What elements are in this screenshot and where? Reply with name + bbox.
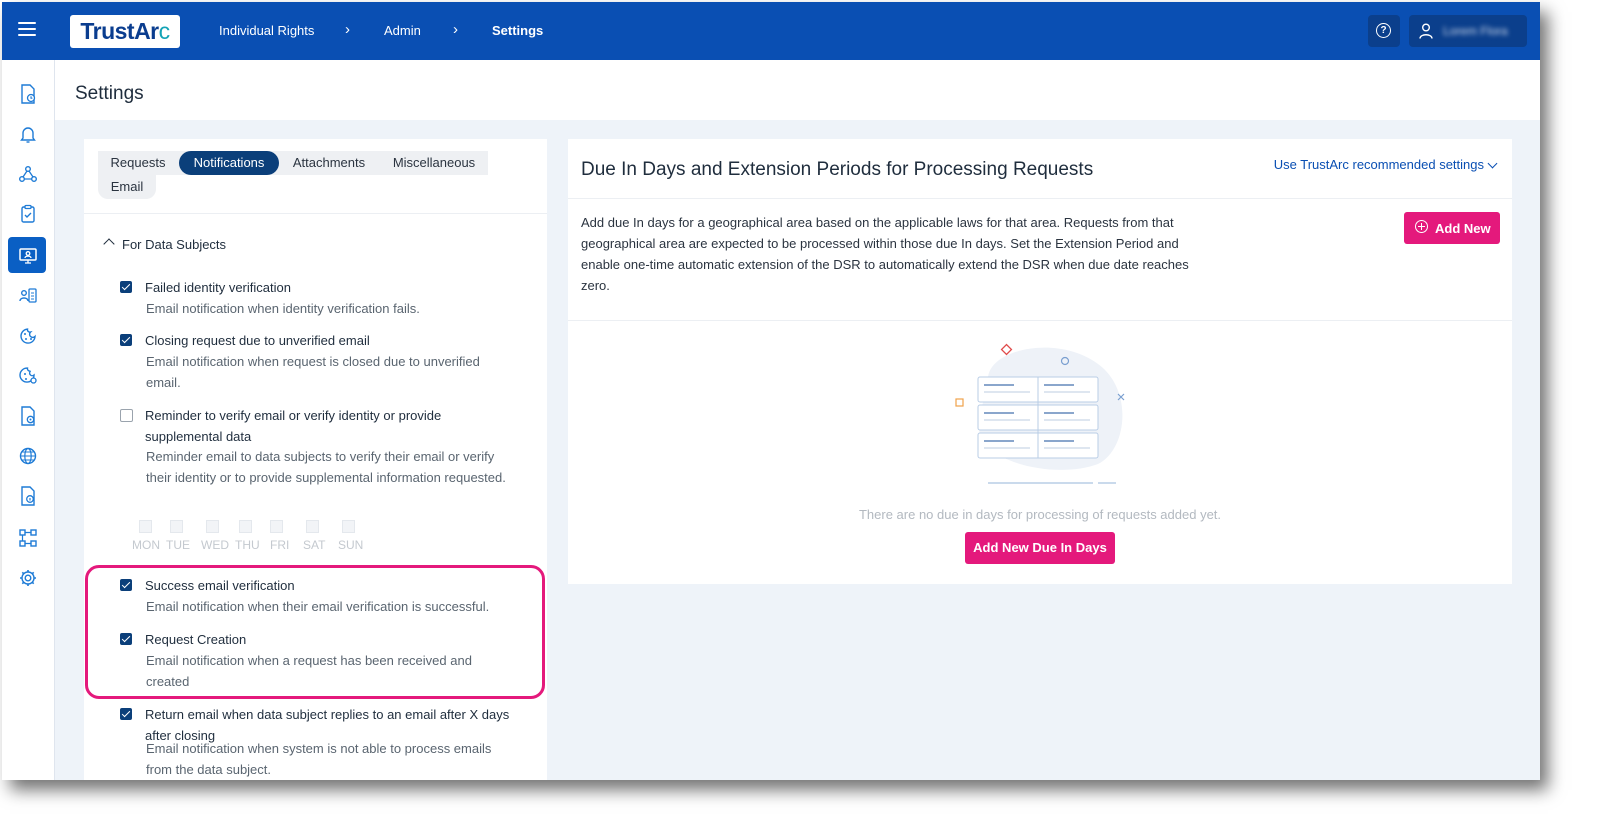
cookie-icon[interactable] (16, 324, 40, 348)
app-window: TrustArc Individual Rights › Admin › Set… (2, 2, 1540, 780)
user-icon (1419, 23, 1433, 39)
day-checkbox[interactable] (170, 520, 183, 533)
day-label: THU (235, 538, 260, 552)
add-new-label: Add New (1435, 221, 1491, 236)
top-bar: TrustArc Individual Rights › Admin › Set… (2, 2, 1540, 60)
day-label: SUN (338, 538, 364, 552)
user-name: Lorem Flora (1443, 24, 1508, 38)
plus-circle-icon (1415, 220, 1428, 233)
empty-state-illustration (955, 343, 1125, 484)
breadcrumb-settings: Settings (492, 23, 544, 38)
chevron-right-icon: › (345, 21, 350, 38)
checkbox-failed-identity[interactable] (120, 281, 132, 293)
empty-state-text: There are no due in days for processing … (858, 507, 1222, 522)
tab-requests[interactable]: Requests (98, 151, 178, 175)
help-icon: ? (1376, 23, 1391, 38)
day-label: MON (132, 538, 160, 552)
panel-title: Due In Days and Extension Periods for Pr… (581, 159, 1094, 180)
highlight-annotation (85, 565, 545, 699)
chevron-up-icon[interactable] (103, 238, 115, 250)
chevron-right-icon: › (453, 21, 458, 38)
option-title: Failed identity verification (145, 280, 291, 295)
sidebar (2, 60, 55, 780)
tab-attachments[interactable]: Attachments (281, 151, 377, 175)
clipboard-check-icon[interactable] (16, 202, 40, 226)
add-new-due-in-days-button[interactable]: Add New Due In Days (965, 532, 1115, 564)
option-desc: Reminder email to data subjects to verif… (146, 449, 506, 485)
document-clock-icon[interactable] (16, 82, 40, 106)
network-icon[interactable] (16, 162, 40, 186)
gear-icon[interactable] (16, 566, 40, 590)
section-title[interactable]: For Data Subjects (122, 237, 226, 252)
panel-description: Add due In days for a geographical area … (581, 215, 1189, 293)
tab-miscellaneous[interactable]: Miscellaneous (383, 151, 485, 175)
page-header: Settings (55, 60, 1540, 120)
document-info-icon[interactable] (16, 484, 40, 508)
help-button[interactable]: ? (1368, 15, 1400, 47)
breadcrumb-individual-rights[interactable]: Individual Rights (219, 23, 314, 38)
checkbox-reminder-verify[interactable] (120, 409, 133, 422)
recommended-settings-link[interactable]: Use TrustArc recommended settings (1274, 157, 1484, 172)
due-in-days-panel: Due In Days and Extension Periods for Pr… (568, 139, 1512, 584)
checkbox-closing-unverified[interactable] (120, 334, 132, 346)
logo-text: TrustAr (80, 18, 159, 44)
day-checkbox[interactable] (342, 520, 355, 533)
person-list-icon[interactable] (16, 284, 40, 308)
tab-notifications[interactable]: Notifications (179, 151, 279, 175)
monitor-person-icon[interactable] (16, 244, 40, 268)
cookie-settings-icon[interactable] (16, 364, 40, 388)
day-label: FRI (270, 538, 290, 552)
option-desc: Email notification when request is close… (146, 354, 480, 390)
day-label: SAT (303, 538, 326, 552)
menu-icon[interactable] (18, 22, 36, 36)
day-checkbox[interactable] (139, 520, 152, 533)
day-checkbox[interactable] (270, 520, 283, 533)
breadcrumb-admin[interactable]: Admin (384, 23, 421, 38)
divider (84, 213, 547, 214)
checkbox-return-email[interactable] (120, 708, 132, 720)
day-checkbox[interactable] (206, 520, 219, 533)
user-menu-button[interactable]: Lorem Flora (1409, 15, 1527, 47)
option-title: Closing request due to unverified email (145, 333, 370, 348)
bell-icon[interactable] (16, 122, 40, 146)
day-label: WED (201, 538, 229, 552)
document-settings-icon[interactable] (16, 404, 40, 428)
add-new-button[interactable]: Add New (1404, 212, 1500, 244)
workflow-icon[interactable] (16, 526, 40, 550)
divider (568, 320, 1512, 321)
day-checkbox[interactable] (239, 520, 252, 533)
option-desc: Email notification when system is not ab… (146, 741, 492, 777)
option-desc: Email notification when identity verific… (146, 301, 420, 316)
trustarc-logo[interactable]: TrustArc (70, 15, 180, 48)
divider (568, 198, 1512, 199)
page-title: Settings (75, 83, 144, 104)
tab-email[interactable]: Email (98, 175, 156, 199)
day-checkbox[interactable] (306, 520, 319, 533)
option-title: Reminder to verify email or verify ident… (145, 408, 442, 444)
globe-icon[interactable] (16, 444, 40, 468)
logo-accent: c (158, 18, 171, 44)
chevron-down-icon[interactable] (1487, 158, 1498, 169)
day-label: TUE (166, 538, 190, 552)
